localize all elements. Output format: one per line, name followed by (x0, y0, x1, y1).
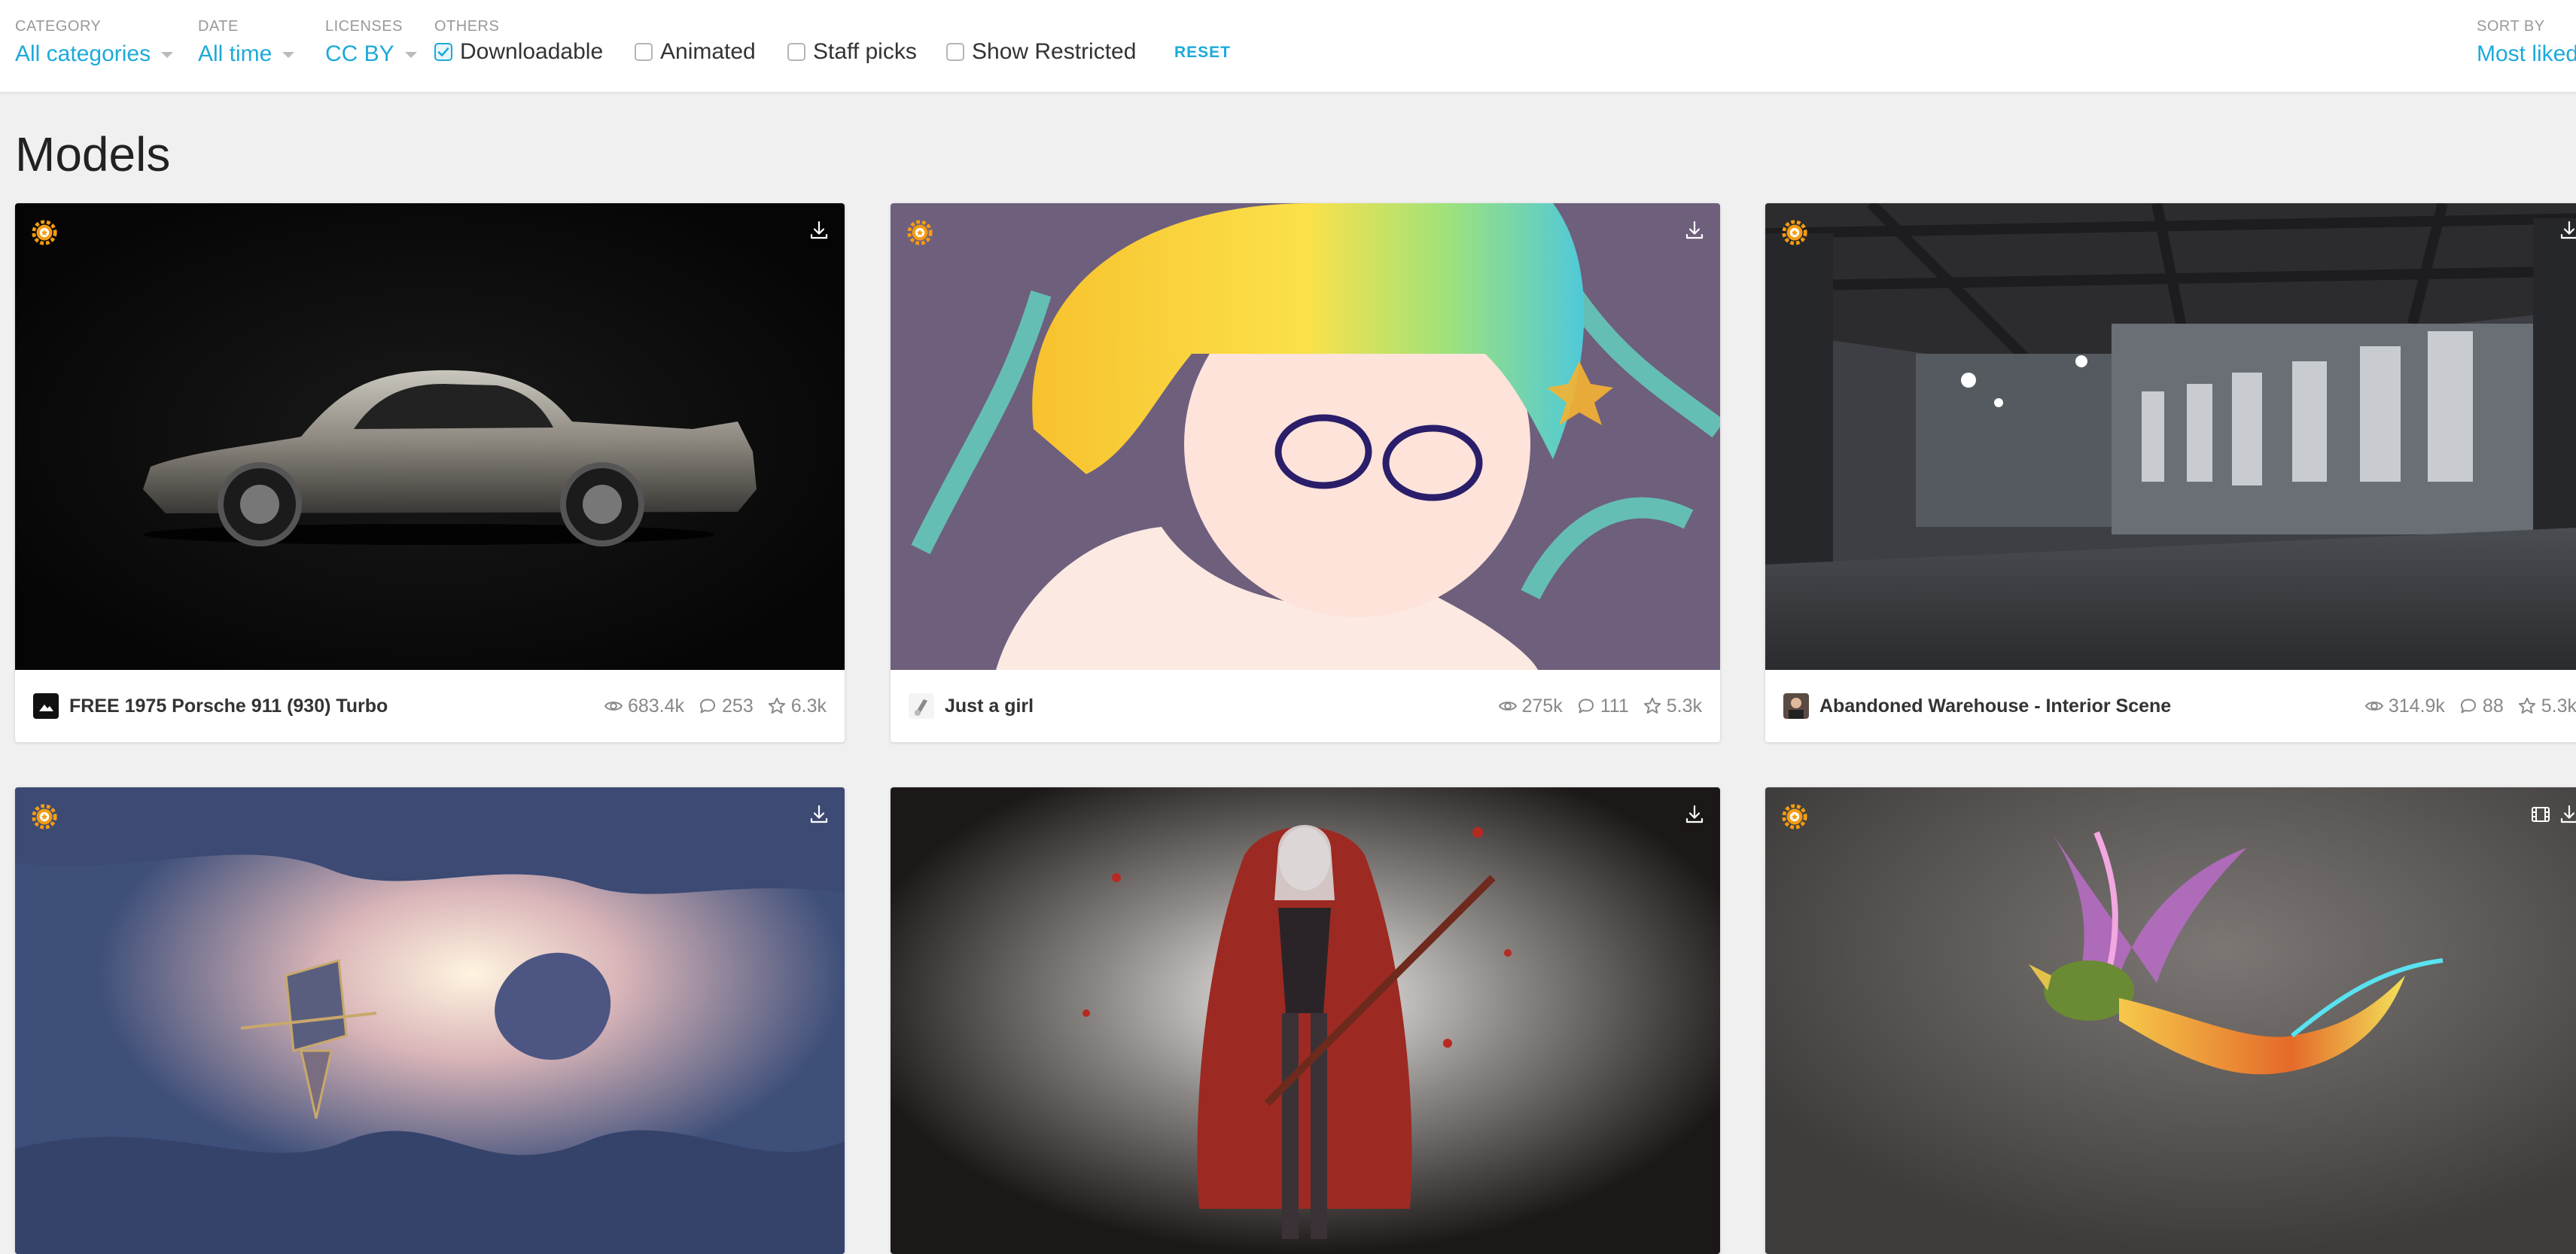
film-icon (2532, 807, 2550, 822)
licenses-select[interactable]: CC BY (325, 41, 417, 67)
staff-pick-icon (1780, 802, 1809, 831)
model-preview-image (891, 787, 1720, 1254)
filter-bar: CATEGORY All categories DATE All time LI… (0, 0, 2576, 93)
chevron-down-icon (404, 52, 417, 59)
model-preview-image (15, 203, 845, 670)
model-stats: 275k 111 5.3k (1498, 695, 1702, 717)
sort-caption: SORT BY (2477, 18, 2545, 35)
star-icon (767, 696, 787, 716)
comment-icon (2459, 696, 2478, 716)
model-thumbnail[interactable] (891, 203, 1720, 670)
download-icon[interactable] (2557, 218, 2576, 242)
checkbox-icon[interactable] (635, 43, 653, 61)
model-preview-image (1765, 203, 2576, 670)
staff-picks-checkbox[interactable]: Staff picks (787, 39, 917, 65)
like-button[interactable]: 6.3k (767, 695, 827, 717)
likes-count: 5.3k (1666, 695, 1702, 717)
category-select[interactable]: All categories (15, 41, 174, 67)
model-info: Abandoned Warehouse - Interior Scene 314… (1765, 670, 2576, 742)
checkbox-checked-icon[interactable] (434, 43, 452, 61)
eye-icon (1498, 696, 1518, 716)
model-thumbnail[interactable] (15, 787, 845, 1254)
model-preview-image (891, 203, 1720, 670)
like-button[interactable]: 5.3k (1643, 695, 1702, 717)
show-restricted-label: Show Restricted (972, 39, 1137, 64)
author-avatar[interactable] (1783, 693, 1809, 719)
page-title: Models (15, 127, 171, 181)
model-stats: 314.9k 88 5.3k (2364, 695, 2576, 717)
model-name[interactable]: FREE 1975 Porsche 911 (930) Turbo (69, 695, 604, 717)
sort-filter[interactable]: SORT BY Most liked (2477, 18, 2576, 67)
chevron-down-icon (161, 52, 174, 59)
comments-count: 88 (2482, 695, 2504, 717)
like-button[interactable]: 5.3k (2517, 695, 2576, 717)
date-filter[interactable]: DATE All time (198, 18, 295, 67)
star-icon (2517, 696, 2537, 716)
date-value: All time (198, 41, 273, 66)
comments-count: 253 (722, 695, 754, 717)
model-thumbnail[interactable] (1765, 787, 2576, 1254)
comment-icon (698, 696, 717, 716)
model-card[interactable]: Just a girl 275k 111 5.3k (891, 203, 1720, 742)
show-restricted-checkbox[interactable]: Show Restricted (946, 39, 1136, 65)
download-icon[interactable] (807, 802, 831, 826)
star-icon (1643, 696, 1662, 716)
model-preview-image (15, 787, 845, 1254)
staff-pick-icon (1780, 218, 1809, 247)
model-stats: 683.4k 253 6.3k (604, 695, 827, 717)
download-icon[interactable] (1682, 802, 1707, 826)
date-caption: DATE (198, 18, 239, 35)
model-thumbnail[interactable] (1765, 203, 2576, 670)
likes-count: 6.3k (790, 695, 827, 717)
checkbox-icon[interactable] (946, 43, 964, 61)
model-info: FREE 1975 Porsche 911 (930) Turbo 683.4k… (15, 670, 845, 742)
model-card[interactable] (891, 787, 1720, 1254)
sort-select[interactable]: Most liked (2477, 41, 2576, 67)
download-icon[interactable] (1682, 218, 1707, 242)
model-name[interactable]: Abandoned Warehouse - Interior Scene (1819, 695, 2364, 717)
staff-pick-icon (30, 218, 59, 247)
download-icon[interactable] (807, 218, 831, 242)
downloadable-label: Downloadable (460, 39, 604, 64)
date-select[interactable]: All time (198, 41, 295, 67)
model-card[interactable]: Abandoned Warehouse - Interior Scene 314… (1765, 203, 2576, 742)
category-caption: CATEGORY (15, 18, 102, 35)
author-avatar[interactable] (33, 693, 59, 719)
model-card[interactable] (1765, 787, 2576, 1254)
comments-count: 111 (1600, 695, 1629, 717)
licenses-value: CC BY (325, 41, 394, 66)
comment-icon (1576, 696, 1596, 716)
checkbox-icon[interactable] (787, 43, 805, 61)
model-card[interactable] (15, 787, 845, 1254)
eye-icon (604, 696, 623, 716)
animated-checkbox[interactable]: Animated (635, 39, 756, 65)
reset-button[interactable]: RESET (1174, 44, 1231, 62)
eye-icon (2364, 696, 2384, 716)
others-filter: OTHERS (434, 18, 499, 35)
staff-pick-icon (906, 218, 934, 247)
views-count: 683.4k (627, 695, 685, 717)
chevron-down-icon (282, 52, 295, 59)
views-count: 275k (1521, 695, 1563, 717)
download-icon[interactable] (2557, 802, 2576, 826)
category-filter[interactable]: CATEGORY All categories (15, 18, 174, 67)
model-name[interactable]: Just a girl (945, 695, 1498, 717)
model-thumbnail[interactable] (15, 203, 845, 670)
views-count: 314.9k (2388, 695, 2445, 717)
model-thumbnail[interactable] (891, 787, 1720, 1254)
others-caption: OTHERS (434, 18, 500, 35)
category-value: All categories (15, 41, 151, 66)
licenses-filter[interactable]: LICENSES CC BY (325, 18, 417, 67)
model-info: Just a girl 275k 111 5.3k (891, 670, 1720, 742)
author-avatar[interactable] (909, 693, 934, 719)
licenses-caption: LICENSES (325, 18, 403, 35)
model-card[interactable]: FREE 1975 Porsche 911 (930) Turbo 683.4k… (15, 203, 845, 742)
staff-picks-label: Staff picks (813, 39, 917, 64)
animated-label: Animated (660, 39, 756, 64)
model-preview-image (1765, 787, 2576, 1254)
likes-count: 5.3k (2541, 695, 2576, 717)
staff-pick-icon (30, 802, 59, 831)
downloadable-checkbox[interactable]: Downloadable (434, 39, 603, 65)
